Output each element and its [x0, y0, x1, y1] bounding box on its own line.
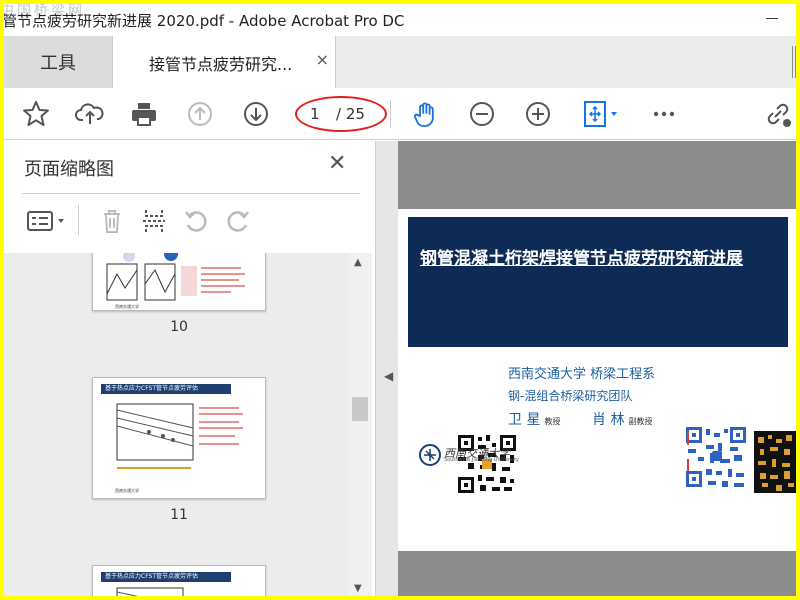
upload-cloud-icon[interactable] — [72, 96, 108, 132]
university-emblem-icon — [419, 444, 441, 466]
hand-tool-icon[interactable] — [408, 96, 444, 132]
author-2: 肖 林副教授 — [592, 409, 652, 429]
qr-code-icon — [754, 431, 796, 493]
tab-tools[interactable]: 工具 — [4, 36, 112, 88]
delete-icon[interactable] — [98, 207, 126, 235]
tab-bar: 工具 接管节点疲劳研究... × — [4, 36, 796, 88]
svg-text:西南交通大学: 西南交通大学 — [115, 487, 139, 493]
page-thumbnail[interactable]: 基于热点应力CFST管节点疲劳评估 — [92, 565, 266, 596]
page-up-icon[interactable] — [182, 96, 218, 132]
tab-close-icon[interactable]: × — [316, 50, 329, 69]
scrollbar-thumb[interactable] — [352, 397, 368, 421]
thumbnail-list: 西南交通大学 10 基于热点应力CFST管节点疲劳评估 西南交通大学 11 基于… — [4, 253, 348, 596]
toolbar: 1 / 25 — [4, 88, 796, 140]
window-title: 管节点疲劳研究新进展 2020.pdf - Adobe Acrobat Pro … — [4, 12, 405, 30]
panel-divider — [22, 193, 360, 194]
page-down-icon[interactable] — [238, 96, 274, 132]
collapse-panel-icon[interactable]: ◀ — [384, 369, 393, 383]
thumbnail-page-number: 10 — [170, 319, 188, 335]
tab-document[interactable]: 接管节点疲劳研究... × — [112, 36, 336, 88]
print-icon[interactable] — [126, 96, 162, 132]
page-thumbnail[interactable]: 西南交通大学 — [92, 253, 266, 311]
scroll-down-icon[interactable]: ▼ — [354, 583, 362, 594]
rotate-right-icon[interactable] — [224, 207, 252, 235]
thumbnail-scrollbar[interactable]: ▲ ▼ — [348, 253, 372, 596]
author-2-name: 肖 林 — [592, 412, 625, 428]
zoom-out-icon[interactable] — [464, 96, 500, 132]
tab-bar-edge — [792, 46, 796, 78]
author-1-name: 卫 星 — [508, 412, 541, 428]
author-1: 卫 星教授 — [508, 409, 560, 429]
extract-pages-icon[interactable] — [140, 207, 168, 235]
thumbnails-panel: 页面缩略图 ✕ 西南交通大学 10 基于热点应力CFST管节点疲劳评估 西南交通… — [4, 141, 376, 596]
toolbar-divider — [390, 100, 391, 128]
acrobat-window: 中国桥梁网 管节点疲劳研究新进展 2020.pdf - Adobe Acroba… — [4, 4, 796, 596]
options-menu-icon[interactable] — [26, 209, 70, 233]
svg-text:西南交通大学: 西南交通大学 — [115, 303, 139, 309]
document-title: 钢管混凝土桁架焊接管节点疲劳研究新进展 — [420, 249, 743, 269]
rotate-left-icon[interactable] — [182, 207, 210, 235]
document-view: ◀ 钢管混凝土桁架焊接管节点疲劳研究新进展 西南交通大学 桥梁工程系 钢-混组合… — [376, 141, 796, 596]
university-logo: 西南交通大学 Southwest Jiaotong University — [416, 443, 546, 467]
page-gap — [398, 551, 796, 596]
author-2-title: 副教授 — [628, 417, 653, 426]
scroll-up-icon[interactable]: ▲ — [354, 257, 362, 268]
author-1-title: 教授 — [544, 417, 561, 426]
tab-document-label: 接管节点疲劳研究... — [149, 55, 293, 74]
university-name-en: Southwest Jiaotong University — [444, 457, 520, 463]
red-annotation-ellipse — [295, 96, 387, 132]
team-label: 钢-混组合桥梁研究团队 — [508, 389, 633, 403]
bookmark-star-icon[interactable] — [18, 96, 54, 132]
zoom-in-icon[interactable] — [520, 96, 556, 132]
minimize-button[interactable] — [766, 18, 778, 19]
panel-title: 页面缩略图 — [24, 159, 114, 180]
panel-toolbar-divider — [78, 205, 79, 235]
page-thumbnail[interactable]: 基于热点应力CFST管节点疲劳评估 西南交通大学 — [92, 377, 266, 499]
page-gap — [398, 141, 796, 209]
title-bar: 中国桥梁网 管节点疲劳研究新进展 2020.pdf - Adobe Acroba… — [4, 4, 796, 36]
share-link-icon[interactable] — [760, 96, 796, 132]
title-banner: 钢管混凝土桁架焊接管节点疲劳研究新进展 — [408, 217, 788, 347]
page-number-box[interactable]: 1 / 25 — [295, 96, 390, 132]
department-label: 西南交通大学 桥梁工程系 — [508, 367, 656, 382]
fit-page-icon[interactable] — [578, 96, 624, 132]
panel-toolbar — [22, 203, 362, 239]
qr-code-icon — [684, 425, 748, 495]
more-icon[interactable] — [646, 96, 682, 132]
thumbnail-page-number: 11 — [170, 507, 188, 523]
close-icon[interactable]: ✕ — [328, 151, 346, 176]
